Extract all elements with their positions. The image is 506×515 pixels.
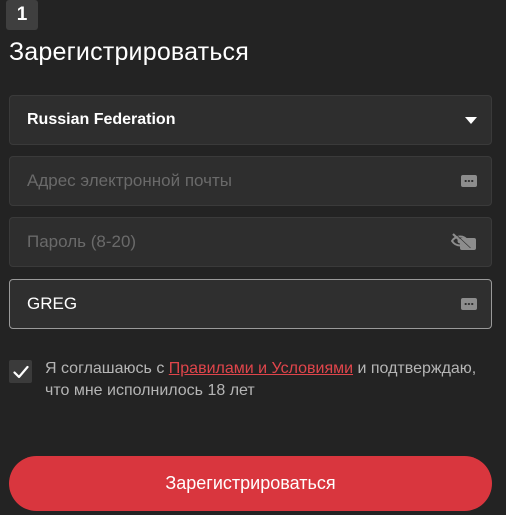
dots-icon <box>461 175 477 187</box>
consent-row: Я соглашаюсь с Правилами и Условиями и п… <box>9 358 492 406</box>
nickname-value: GREG <box>27 294 78 313</box>
consent-text-before: Я соглашаюсь с <box>45 360 169 377</box>
chevron-down-icon <box>465 116 477 124</box>
consent-checkbox[interactable] <box>9 360 32 383</box>
password-placeholder: Пароль (8-20) <box>27 232 137 251</box>
country-select[interactable]: Russian Federation <box>9 95 492 145</box>
registration-panel: 1 Зарегистрироваться Russian Federation … <box>0 0 506 515</box>
register-button[interactable]: Зарегистрироваться <box>9 456 492 511</box>
dots-icon <box>461 298 477 310</box>
step-badge: 1 <box>6 0 38 30</box>
consent-text: Я соглашаюсь с Правилами и Условиями и п… <box>45 358 490 402</box>
eye-off-icon[interactable] <box>451 232 477 252</box>
email-placeholder: Адрес электронной почты <box>27 171 232 190</box>
terms-link[interactable]: Правилами и Условиями <box>169 360 353 377</box>
email-field[interactable]: Адрес электронной почты <box>9 156 492 206</box>
nickname-field[interactable]: GREG <box>9 279 492 329</box>
page-title: Зарегистрироваться <box>9 38 249 66</box>
password-field[interactable]: Пароль (8-20) <box>9 217 492 267</box>
country-select-value: Russian Federation <box>27 111 176 128</box>
check-icon <box>12 365 29 378</box>
